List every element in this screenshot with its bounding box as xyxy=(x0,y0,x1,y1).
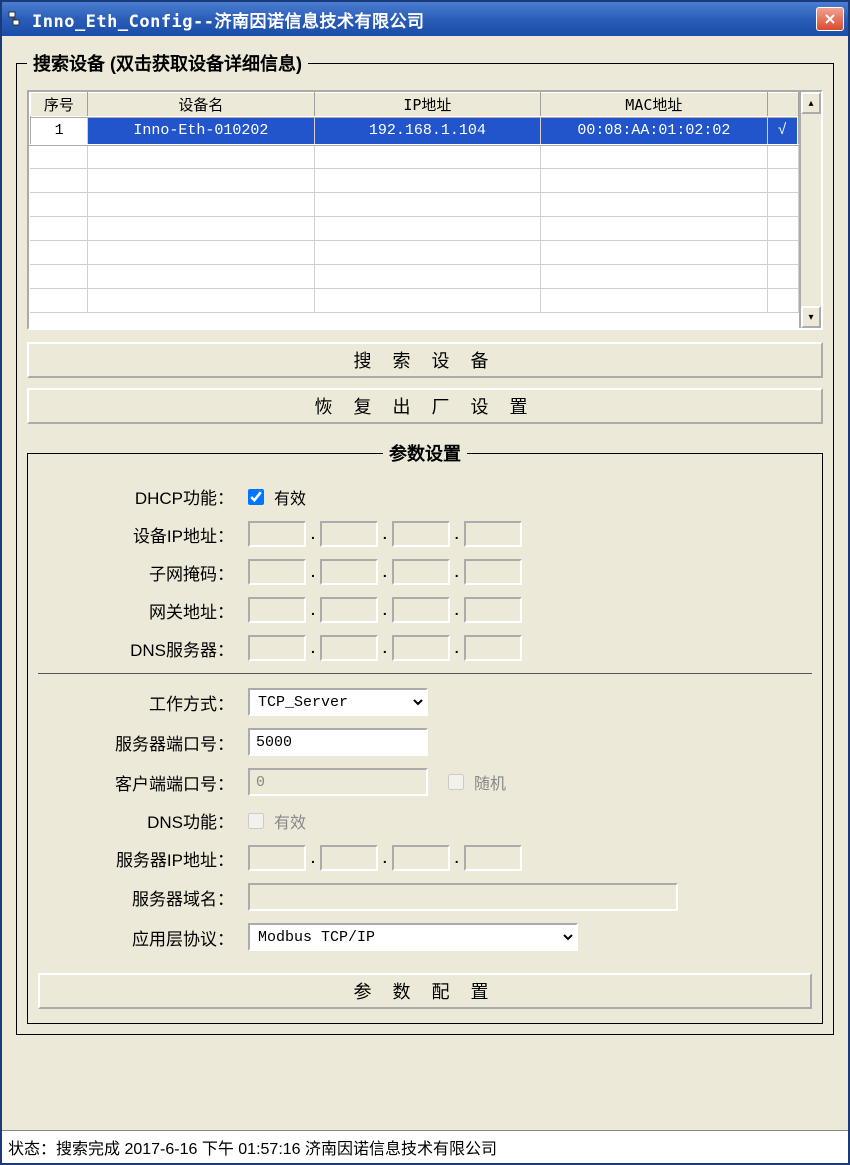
cell-ip: 192.168.1.104 xyxy=(314,117,540,145)
dns-octet-4[interactable] xyxy=(464,635,522,661)
search-device-group: 搜索设备 (双击获取设备详细信息) 序号 设备名 IP地址 MAC地址 xyxy=(16,50,834,1035)
dns-octet-1[interactable] xyxy=(248,635,306,661)
col-name[interactable]: 设备名 xyxy=(88,93,314,117)
device-table-wrap: 序号 设备名 IP地址 MAC地址 1 Inno-Eth-010202 xyxy=(27,90,823,330)
device-ip-octet-1[interactable] xyxy=(248,521,306,547)
app-window: Inno_Eth_Config--济南因诺信息技术有限公司 搜索设备 (双击获取… xyxy=(0,0,850,1165)
table-row[interactable] xyxy=(30,217,798,241)
scroll-down-button[interactable]: ▾ xyxy=(801,306,821,328)
server-ip-label: 服务器IP地址： xyxy=(38,846,248,871)
server-ip-octet-3[interactable] xyxy=(392,845,450,871)
work-mode-select[interactable]: TCP_Server xyxy=(248,688,428,716)
dhcp-checkbox-label: 有效 xyxy=(274,485,306,509)
app-proto-label: 应用层协议： xyxy=(38,925,248,950)
app-icon xyxy=(6,9,26,29)
cell-name: Inno-Eth-010202 xyxy=(88,117,314,145)
dns-server-label: DNS服务器： xyxy=(38,636,248,661)
table-header-row: 序号 设备名 IP地址 MAC地址 xyxy=(30,93,798,117)
gateway-octet-1[interactable] xyxy=(248,597,306,623)
scroll-up-button[interactable]: ▴ xyxy=(801,92,821,114)
params-group: 参数设置 DHCP功能： 有效 设备IP地址： . . . xyxy=(27,440,823,1024)
dns-octet-3[interactable] xyxy=(392,635,450,661)
gateway-octet-3[interactable] xyxy=(392,597,450,623)
subnet-octet-2[interactable] xyxy=(320,559,378,585)
gateway-octet-4[interactable] xyxy=(464,597,522,623)
gateway-label: 网关地址： xyxy=(38,598,248,623)
subnet-octet-3[interactable] xyxy=(392,559,450,585)
client-area: 搜索设备 (双击获取设备详细信息) 序号 设备名 IP地址 MAC地址 xyxy=(2,36,848,1130)
subnet-label: 子网掩码： xyxy=(38,560,248,585)
table-row[interactable] xyxy=(30,193,798,217)
cell-mac: 00:08:AA:01:02:02 xyxy=(541,117,767,145)
device-ip-octet-3[interactable] xyxy=(392,521,450,547)
window-title: Inno_Eth_Config--济南因诺信息技术有限公司 xyxy=(32,7,816,32)
server-ip-octet-2[interactable] xyxy=(320,845,378,871)
device-ip-octet-2[interactable] xyxy=(320,521,378,547)
params-legend: 参数设置 xyxy=(383,440,467,466)
app-proto-select[interactable]: Modbus TCP/IP xyxy=(248,923,578,951)
close-button[interactable] xyxy=(816,7,844,31)
col-seq[interactable]: 序号 xyxy=(30,93,88,117)
device-table[interactable]: 序号 设备名 IP地址 MAC地址 1 Inno-Eth-010202 xyxy=(29,92,799,313)
dns-octet-2[interactable] xyxy=(320,635,378,661)
table-row[interactable] xyxy=(30,289,798,313)
gateway-octet-2[interactable] xyxy=(320,597,378,623)
server-ip-octet-1[interactable] xyxy=(248,845,306,871)
config-params-button[interactable]: 参 数 配 置 xyxy=(38,973,812,1009)
dns-func-label: DNS功能： xyxy=(38,808,248,833)
search-group-legend: 搜索设备 (双击获取设备详细信息) xyxy=(27,50,308,76)
table-row[interactable]: 1 Inno-Eth-010202 192.168.1.104 00:08:AA… xyxy=(30,117,798,145)
client-port-input xyxy=(248,768,428,796)
divider xyxy=(38,673,812,674)
dns-func-checkbox-label: 有效 xyxy=(274,809,306,833)
cell-seq: 1 xyxy=(30,117,88,145)
dns-func-checkbox xyxy=(248,813,264,829)
server-domain-label: 服务器域名： xyxy=(38,885,248,910)
device-ip-octet-4[interactable] xyxy=(464,521,522,547)
server-domain-input xyxy=(248,883,678,911)
table-row[interactable] xyxy=(30,265,798,289)
table-row[interactable] xyxy=(30,241,798,265)
work-mode-label: 工作方式： xyxy=(38,690,248,715)
client-port-label: 客户端端口号： xyxy=(38,770,248,795)
server-ip-octet-4[interactable] xyxy=(464,845,522,871)
random-port-checkbox xyxy=(448,774,464,790)
server-port-input[interactable] xyxy=(248,728,428,756)
titlebar: Inno_Eth_Config--济南因诺信息技术有限公司 xyxy=(2,2,848,36)
device-ip-label: 设备IP地址： xyxy=(38,522,248,547)
restore-factory-button[interactable]: 恢 复 出 厂 设 置 xyxy=(27,388,823,424)
dhcp-label: DHCP功能： xyxy=(38,484,248,509)
dhcp-checkbox[interactable] xyxy=(248,489,264,505)
scroll-track[interactable] xyxy=(801,114,821,306)
col-mac[interactable]: MAC地址 xyxy=(541,93,767,117)
search-device-button[interactable]: 搜 索 设 备 xyxy=(27,342,823,378)
table-scrollbar[interactable]: ▴ ▾ xyxy=(799,92,821,328)
cell-chk: √ xyxy=(767,117,798,145)
table-row[interactable] xyxy=(30,145,798,169)
server-port-label: 服务器端口号： xyxy=(38,730,248,755)
subnet-octet-1[interactable] xyxy=(248,559,306,585)
subnet-octet-4[interactable] xyxy=(464,559,522,585)
status-bar: 状态：搜索完成 2017-6-16 下午 01:57:16 济南因诺信息技术有限… xyxy=(2,1130,848,1163)
col-ip[interactable]: IP地址 xyxy=(314,93,540,117)
random-port-label: 随机 xyxy=(474,770,506,794)
col-chk[interactable] xyxy=(767,93,798,117)
table-row[interactable] xyxy=(30,169,798,193)
